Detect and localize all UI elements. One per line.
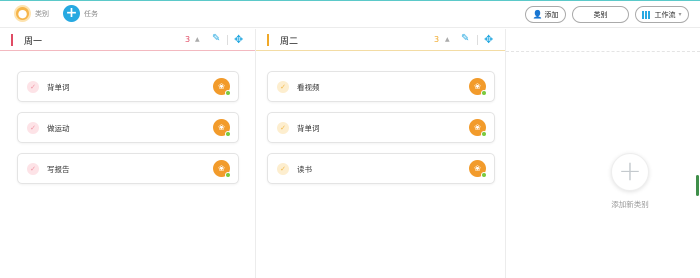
workflow-dropdown[interactable]: 工作流 ▾ [635, 6, 689, 23]
add-button-label: 添加 [544, 10, 559, 19]
add-category-column [506, 29, 700, 278]
avatar[interactable]: ❀ [469, 119, 487, 137]
edit-icon[interactable]: ✎ [212, 33, 220, 44]
add-category-label: 添加新类别 [611, 200, 649, 209]
toolbar-left: ● 类别 + 任务 [14, 5, 112, 22]
divider [506, 51, 700, 52]
category-column: 周二 3 ▲ ✎ ✥ ✓ 看视频 ❀ ✓ 背单词 ❀ ✓ 读书 ❀ [256, 29, 506, 278]
task-card[interactable]: ✓ 写报告 ❀ [17, 153, 239, 184]
avatar[interactable]: ❀ [469, 78, 487, 96]
task-card[interactable]: ✓ 看视频 ❀ [267, 71, 495, 102]
avatar[interactable]: ❀ [213, 160, 231, 178]
task-label: 看视频 [297, 83, 320, 92]
online-status-dot [481, 131, 487, 137]
move-icon[interactable]: ✥ [484, 33, 493, 46]
avatar[interactable]: ❀ [469, 160, 487, 178]
category-button[interactable]: 类别 [572, 6, 629, 23]
column-header: 周一 3 ▲ ✎ ✥ [0, 29, 255, 51]
check-icon[interactable]: ✓ [277, 81, 289, 93]
online-status-dot [481, 90, 487, 96]
column-title: 周一 [24, 37, 43, 47]
check-icon[interactable]: ✓ [277, 163, 289, 175]
task-label: 背单词 [297, 124, 320, 133]
check-icon[interactable]: ✓ [27, 122, 39, 134]
task-card[interactable]: ✓ 背单词 ❀ [267, 112, 495, 143]
column-task-count: 3 [185, 35, 191, 44]
task-card[interactable]: ✓ 背单词 ❀ [17, 71, 239, 102]
column-accent-bar [267, 34, 269, 46]
category-toggle-button[interactable]: ● 类别 [14, 5, 49, 22]
columns-icon [642, 10, 651, 19]
add-category-button[interactable]: + [611, 153, 649, 191]
category-column: 周一 3 ▲ ✎ ✥ ✓ 背单词 ❀ ✓ 做运动 ❀ ✓ 写报告 ❀ [0, 29, 256, 278]
task-toggle-label: 任务 [84, 9, 98, 18]
collapse-icon[interactable]: ▲ [195, 36, 200, 43]
task-label: 写报告 [47, 165, 70, 174]
column-header: 周二 3 ▲ ✎ ✥ [256, 29, 505, 51]
avatar[interactable]: ❀ [213, 119, 231, 137]
edit-icon[interactable]: ✎ [461, 33, 469, 44]
top-toolbar: ● 类别 + 任务 👤 添加 类别 工作流 ▾ [0, 0, 700, 28]
chevron-down-icon: ▾ [678, 11, 682, 18]
divider [477, 35, 478, 45]
category-button-label: 类别 [593, 10, 608, 19]
collapse-icon[interactable]: ▲ [445, 36, 450, 43]
online-status-dot [225, 131, 231, 137]
column-accent-bar [11, 34, 13, 46]
scrollbar-handle[interactable] [696, 175, 699, 196]
online-status-dot [225, 90, 231, 96]
task-label: 做运动 [47, 124, 70, 133]
category-toggle-label: 类别 [35, 9, 49, 18]
online-status-dot [481, 172, 487, 178]
column-title: 周二 [280, 37, 299, 47]
task-label: 读书 [297, 165, 312, 174]
task-card[interactable]: ✓ 读书 ❀ [267, 153, 495, 184]
add-button[interactable]: 👤 添加 [525, 6, 566, 23]
move-icon[interactable]: ✥ [234, 33, 243, 46]
divider [227, 35, 228, 45]
check-icon[interactable]: ✓ [27, 81, 39, 93]
online-status-dot [225, 172, 231, 178]
column-task-count: 3 [434, 35, 440, 44]
task-label: 背单词 [47, 83, 70, 92]
check-icon[interactable]: ✓ [277, 122, 289, 134]
toolbar-right: 👤 添加 类别 工作流 ▾ [519, 6, 689, 23]
add-user-icon: 👤 [532, 10, 543, 19]
category-icon: ● [14, 5, 31, 22]
task-card[interactable]: ✓ 做运动 ❀ [17, 112, 239, 143]
workflow-label: 工作流 [654, 10, 676, 19]
check-icon[interactable]: ✓ [27, 163, 39, 175]
plus-icon: + [63, 5, 80, 22]
task-toggle-button[interactable]: + 任务 [63, 5, 98, 22]
avatar[interactable]: ❀ [213, 78, 231, 96]
